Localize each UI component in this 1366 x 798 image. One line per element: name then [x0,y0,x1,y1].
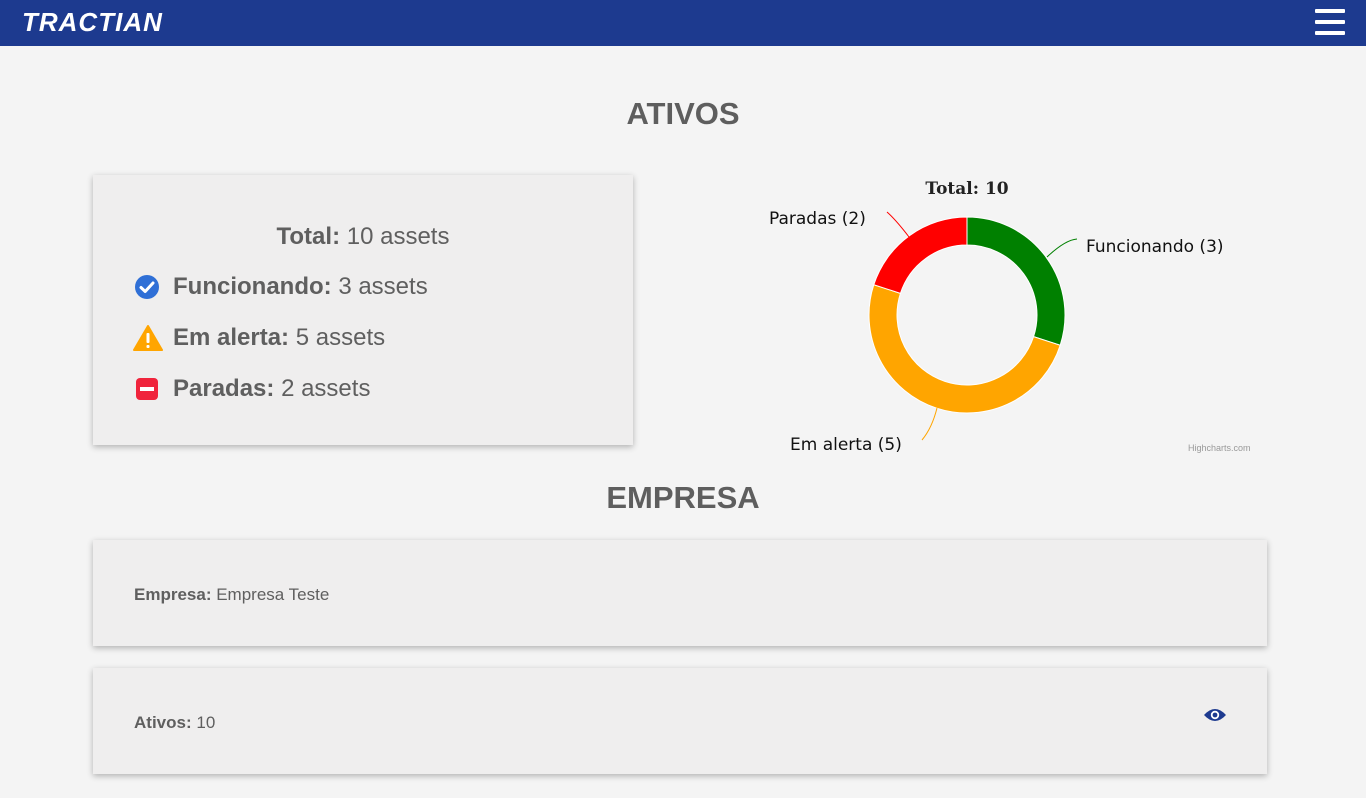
label-paradas: Paradas (2) [769,209,866,229]
label-funcionando: Funcionando (3) [1086,237,1224,257]
chart-credits[interactable]: Highcharts.com [1188,443,1251,453]
funcionando-label: Funcionando: [173,273,332,300]
status-row-paradas: Paradas: 2 assets [133,375,370,403]
empresa-section-title: EMPRESA [606,480,760,515]
funcionando-value: 3 assets [338,273,428,300]
top-bar: TRACTIAN [0,0,1366,46]
assets-summary-card: Total: 10 assets Funcionando: 3 assets E… [93,175,633,445]
donut-slice-funcionando[interactable] [966,216,1066,346]
ativos-label: Ativos: [134,713,192,732]
em-alerta-label: Em alerta: [173,324,290,351]
funcionando-connector [1046,238,1078,258]
status-row-em-alerta: Em alerta: 5 assets [133,324,385,352]
warning-icon [133,324,163,352]
ativos-section-title: ATIVOS [626,96,740,131]
em-alerta-value: 5 assets [295,324,386,351]
stop-icon [133,375,161,403]
label-em-alerta: Em alerta (5) [790,435,902,455]
empresa-card: Empresa: Empresa Teste [93,540,1267,646]
summary-total-value: 10 assets [346,223,450,250]
summary-total: Total: 10 assets [93,223,633,251]
ativos-line: Ativos: 10 [134,713,215,733]
empresa-line: Empresa: Empresa Teste [134,585,329,605]
chart-title: Total: 10 [925,179,1008,199]
hamburger-menu-icon[interactable] [1315,9,1345,35]
donut-slice-em-alerta[interactable] [868,284,1061,414]
ativos-card: Ativos: 10 [93,668,1267,774]
status-row-funcionando: Funcionando: 3 assets [133,273,428,301]
paradas-label: Paradas: [173,375,275,402]
donut-chart-svg: Total: 10 Funcionando (3) Paradas (2) Em… [769,179,1251,455]
eye-icon[interactable] [1203,706,1227,724]
summary-total-label: Total: [276,223,341,250]
em-alerta-connector [921,407,938,441]
ativos-value: 10 [196,713,216,732]
empresa-label: Empresa: [134,585,212,604]
empresa-value: Empresa Teste [216,585,330,604]
paradas-connector [886,211,910,238]
donut-slice-paradas[interactable] [873,216,968,294]
paradas-value: 2 assets [281,375,371,402]
tractian-logo[interactable]: TRACTIAN [22,7,163,38]
assets-donut-chart: Total: 10 Funcionando (3) Paradas (2) Em… [740,170,1270,470]
check-circle-icon [133,273,161,301]
